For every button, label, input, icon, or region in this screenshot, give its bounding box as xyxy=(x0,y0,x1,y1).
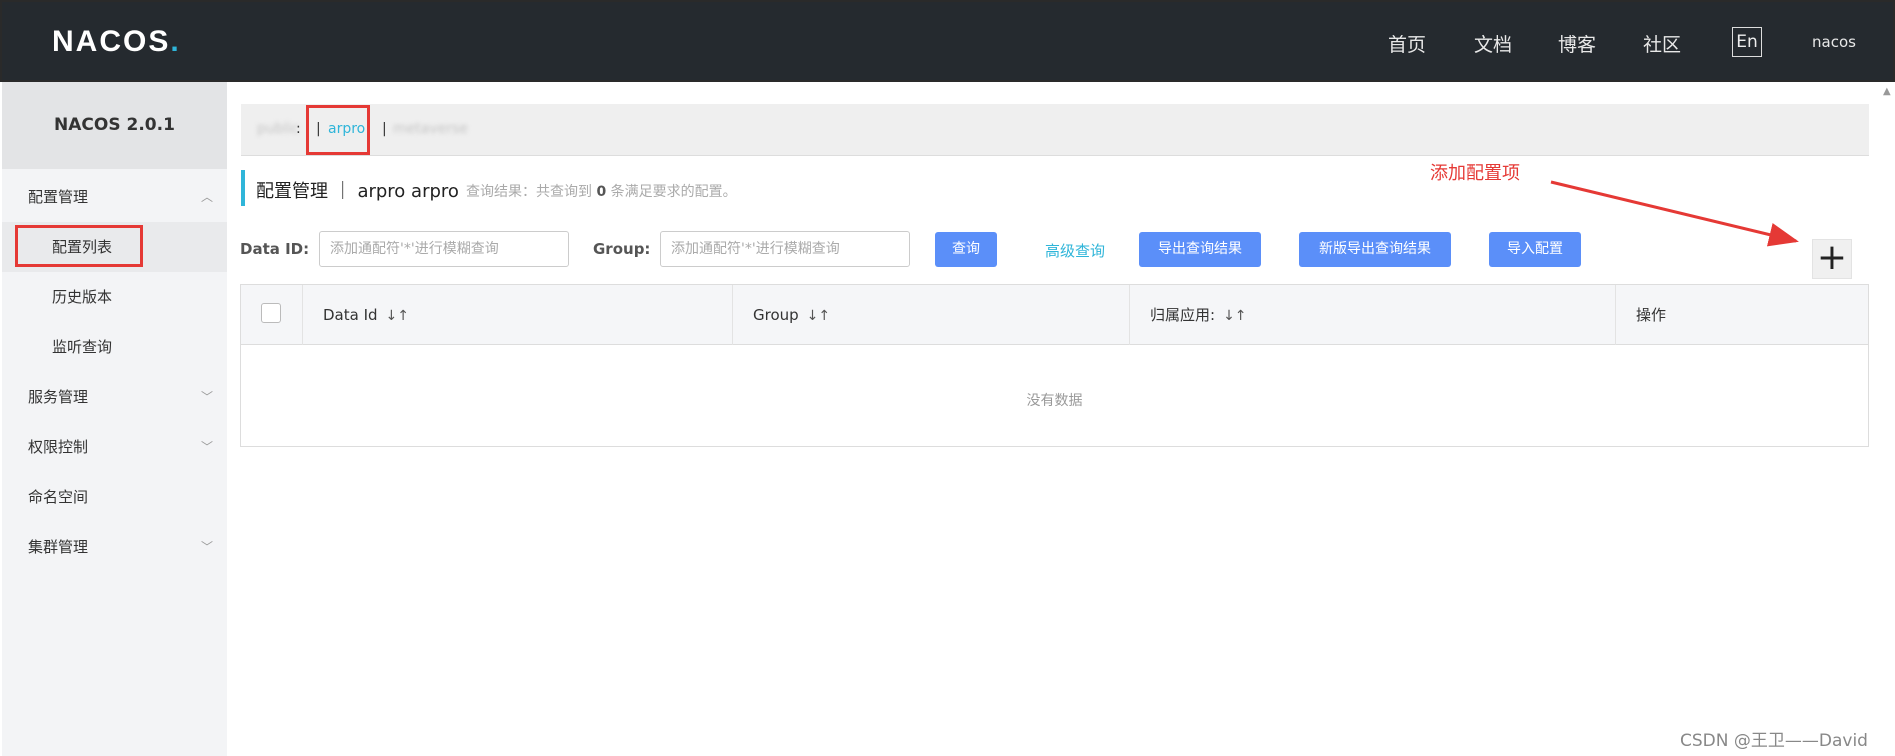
advanced-query-link[interactable]: 高级查询 xyxy=(1045,240,1105,261)
export-button[interactable]: 导出查询结果 xyxy=(1139,232,1261,267)
sort-icon[interactable]: ↓↑ xyxy=(807,308,830,324)
scrollbar-up-icon[interactable]: ▲ xyxy=(1883,86,1891,97)
group-input[interactable] xyxy=(660,231,910,267)
column-header-dataid[interactable]: Data Id ↓↑ xyxy=(303,285,733,345)
column-header-app[interactable]: 归属应用: ↓↑ xyxy=(1130,285,1616,345)
header-select-cell xyxy=(241,285,303,345)
sort-icon[interactable]: ↓↑ xyxy=(386,308,409,324)
add-config-button[interactable]: + xyxy=(1812,239,1852,279)
dataid-input[interactable] xyxy=(319,231,569,267)
query-button[interactable]: 查询 xyxy=(935,232,997,267)
empty-state-text: 没有数据 xyxy=(1026,393,1083,409)
export-new-button[interactable]: 新版导出查询结果 xyxy=(1299,232,1451,267)
sort-icon[interactable]: ↓↑ xyxy=(1223,308,1246,324)
column-header-group[interactable]: Group ↓↑ xyxy=(733,285,1130,345)
table-header: Data Id ↓↑ Group ↓↑ 归属应用: ↓↑ 操作 xyxy=(241,285,1868,345)
dataid-label: Data ID: xyxy=(240,240,310,258)
watermark: CSDN @王卫——David xyxy=(1680,731,1868,751)
column-header-actions: 操作 xyxy=(1636,306,1667,324)
group-label: Group: xyxy=(593,240,651,258)
select-all-checkbox[interactable] xyxy=(261,303,281,323)
import-config-button[interactable]: 导入配置 xyxy=(1489,232,1581,267)
config-table: Data Id ↓↑ Group ↓↑ 归属应用: ↓↑ 操作 没有数据 xyxy=(240,284,1869,447)
